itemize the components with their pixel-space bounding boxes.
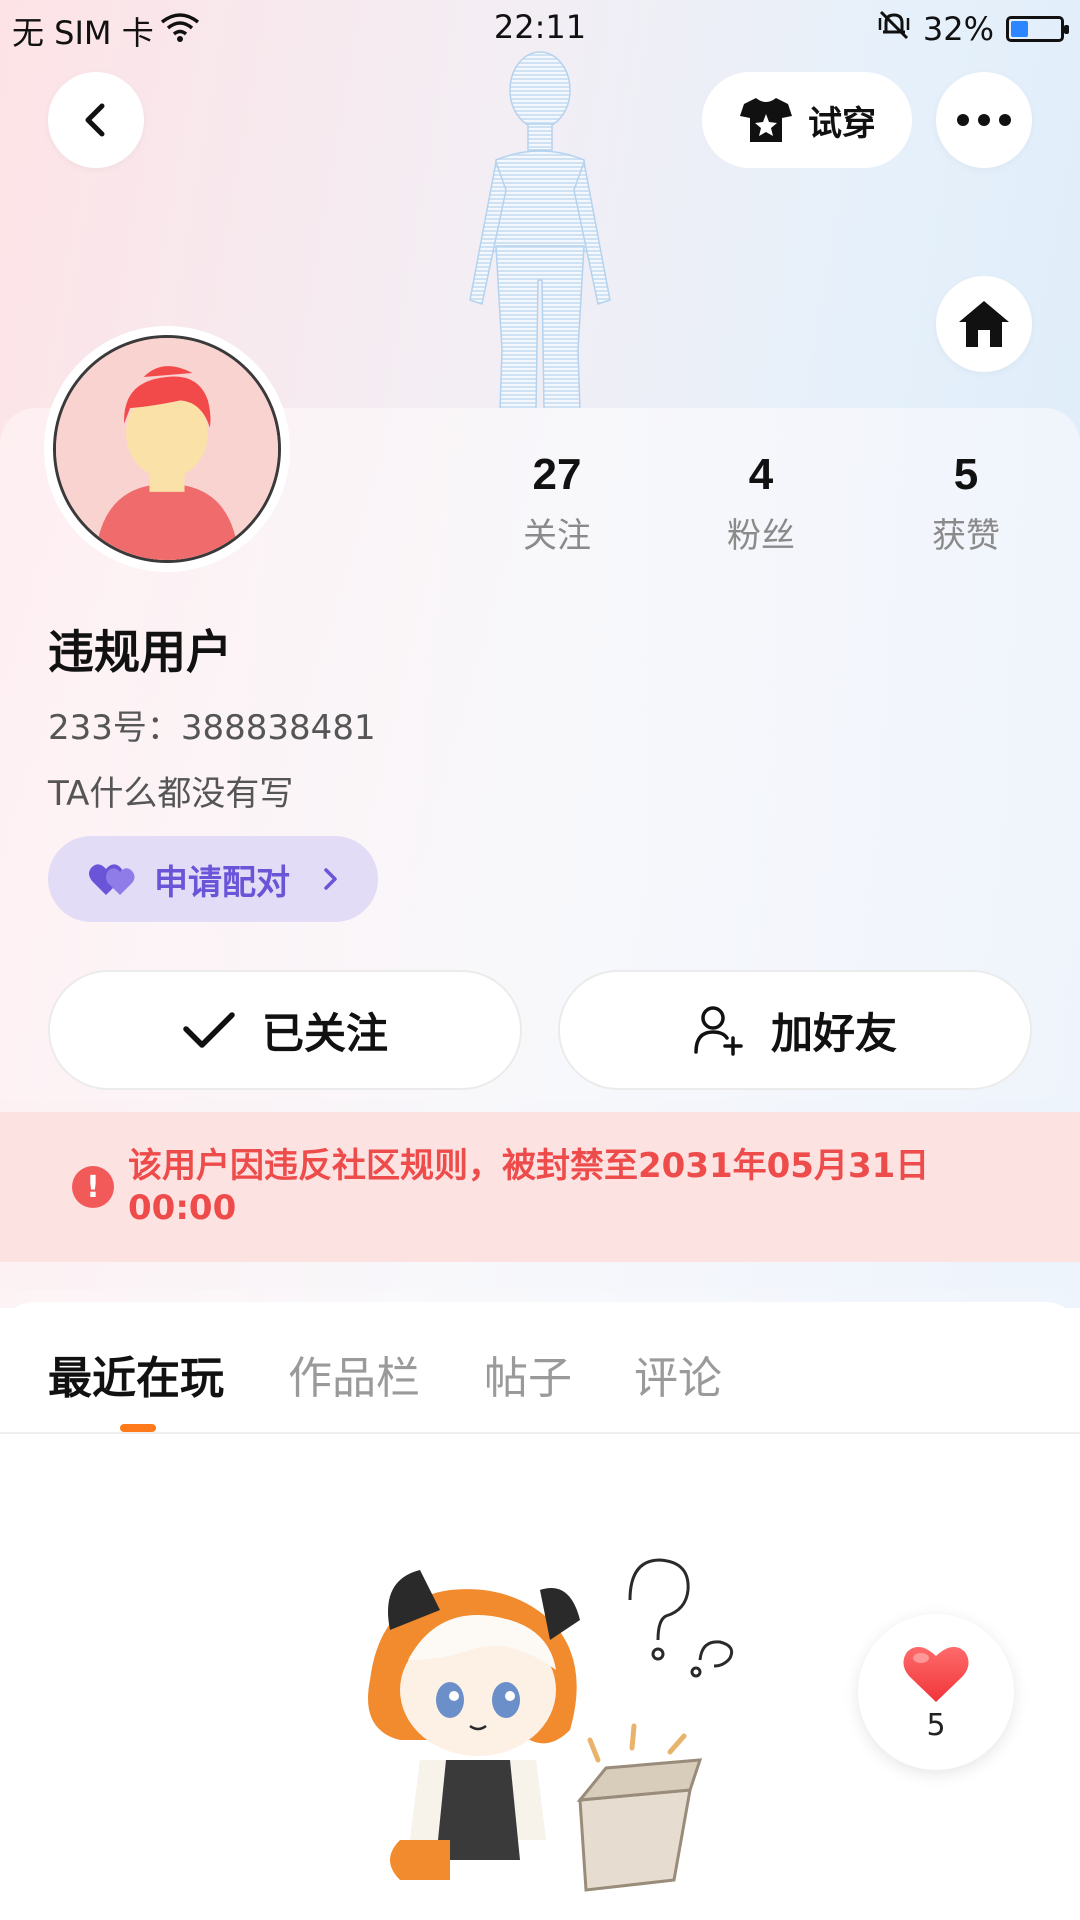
tabs-divider <box>0 1432 1080 1434</box>
check-icon <box>183 1012 235 1048</box>
add-user-icon <box>694 1006 743 1056</box>
followed-label: 已关注 <box>261 1008 388 1058</box>
tshirt-icon <box>740 98 792 142</box>
followers-count: 4 <box>748 450 774 499</box>
ban-notice-text: 该用户因违反社区规则，被封禁至2031年05月31日 00:00 <box>128 1146 930 1228</box>
add-friend-label: 加好友 <box>770 1008 897 1058</box>
empty-state-mascot-image <box>368 1558 734 1892</box>
add-friend-button[interactable]: 加好友 <box>558 970 1032 1090</box>
user-id: 233号：388838481 <box>48 708 376 748</box>
active-tab-indicator <box>120 1424 156 1432</box>
mute-icon <box>877 8 911 50</box>
home-button[interactable] <box>936 276 1032 372</box>
home-icon <box>959 301 1009 347</box>
status-bar: 无 SIM 卡 22:11 32% <box>0 0 1080 56</box>
likes-stat[interactable]: 5 获赞 <box>896 450 1036 557</box>
likes-count: 5 <box>953 450 979 499</box>
followers-stat[interactable]: 4 粉丝 <box>691 450 831 557</box>
alert-icon: ! <box>72 1166 114 1208</box>
user-name: 违规用户 <box>48 625 232 679</box>
following-stat[interactable]: 27 关注 <box>487 450 627 557</box>
ban-notice-banner: ! 该用户因违反社区规则，被封禁至2031年05月31日 00:00 <box>0 1112 1080 1262</box>
more-button[interactable] <box>936 72 1032 168</box>
heart-icon <box>903 1646 969 1702</box>
likes-label: 获赞 <box>932 516 1000 556</box>
tab-posts[interactable]: 帖子 <box>484 1342 572 1406</box>
more-icon <box>957 114 1011 126</box>
try-on-label: 试穿 <box>808 103 876 144</box>
followed-button[interactable]: 已关注 <box>48 970 522 1090</box>
like-bubble[interactable]: 5 <box>858 1614 1014 1770</box>
tab-comments[interactable]: 评论 <box>634 1342 722 1406</box>
profile-screen: 无 SIM 卡 22:11 32% 试穿 27 关注 4 粉丝 5 获赞 违规用… <box>0 0 1080 1920</box>
following-label: 关注 <box>523 516 591 556</box>
tab-works[interactable]: 作品栏 <box>288 1342 420 1406</box>
followers-label: 粉丝 <box>727 516 795 556</box>
battery-icon <box>1006 16 1069 42</box>
user-bio: TA什么都没有写 <box>48 774 294 814</box>
like-count: 5 <box>926 1707 946 1743</box>
try-on-button[interactable]: 试穿 <box>702 72 912 168</box>
battery-text: 32% <box>922 10 994 48</box>
back-icon <box>85 103 105 137</box>
back-button[interactable] <box>48 72 144 168</box>
double-heart-icon <box>89 864 135 895</box>
tab-recently-played[interactable]: 最近在玩 <box>48 1342 224 1406</box>
following-count: 27 <box>532 450 582 499</box>
apply-pair-button[interactable]: 申请配对 <box>48 836 378 922</box>
profile-stats: 27 关注 4 粉丝 5 获赞 <box>0 450 1080 570</box>
avatar-figure-image <box>469 51 611 410</box>
apply-pair-label: 申请配对 <box>154 862 290 903</box>
chevron-right-icon <box>324 868 337 890</box>
